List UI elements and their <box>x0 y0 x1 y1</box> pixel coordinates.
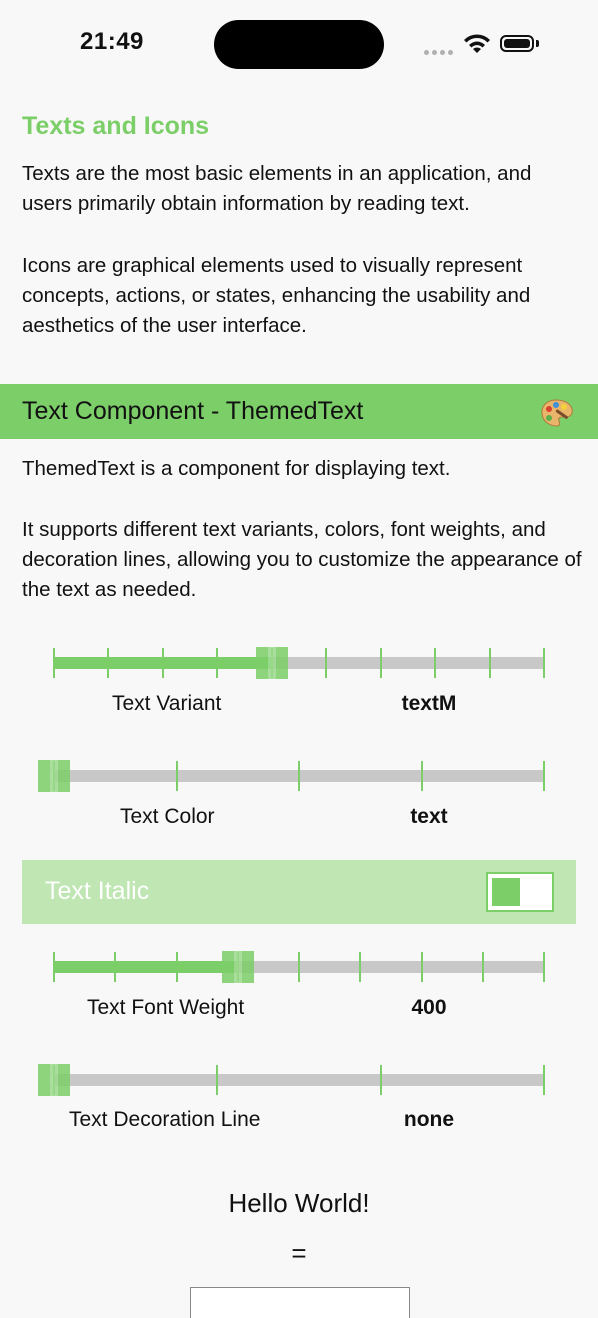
slider-tick <box>107 648 110 678</box>
slider-tick <box>53 648 55 678</box>
slider-tick <box>216 1065 219 1095</box>
output-box <box>190 1287 410 1318</box>
slider-thumb[interactable] <box>38 1064 70 1096</box>
text-italic-toggle[interactable] <box>486 872 554 912</box>
text-decoration-value: none <box>403 1108 455 1131</box>
slider-tick <box>420 952 423 982</box>
dynamic-island <box>214 20 384 69</box>
intro-paragraph-texts: Texts are the most basic elements in an … <box>22 162 532 215</box>
slider-tick <box>379 648 382 678</box>
toggle-knob <box>492 878 520 906</box>
slider-tick <box>543 648 545 678</box>
slider-tick <box>216 648 219 678</box>
slider-tick <box>175 761 178 791</box>
slider-tick <box>543 761 545 791</box>
text-font-weight-value: 400 <box>411 996 447 1019</box>
text-color-slider[interactable] <box>38 760 545 792</box>
battery-icon <box>500 35 534 52</box>
slider-tick <box>359 952 362 982</box>
slider-tick <box>481 952 484 982</box>
text-italic-label: Text Italic <box>45 877 150 905</box>
slider-tick <box>114 952 117 982</box>
component-description: ThemedText is a component for displaying… <box>22 457 451 480</box>
slider-tick <box>420 761 423 791</box>
text-variant-label: Text Variant <box>112 692 222 715</box>
component-details: It supports different text variants, col… <box>22 518 582 601</box>
equals-sign: = <box>291 1238 307 1268</box>
text-variant-slider[interactable] <box>53 647 545 679</box>
signal-icon <box>424 42 456 55</box>
palette-icon[interactable] <box>540 398 574 433</box>
slider-tick <box>298 952 300 982</box>
slider-tick <box>325 648 328 678</box>
slider-tick <box>161 648 164 678</box>
text-font-weight-label: Text Font Weight <box>87 996 245 1019</box>
section-title: Texts and Icons <box>22 112 210 140</box>
slider-thumb[interactable] <box>221 951 254 983</box>
preview-text: Hello World! <box>228 1188 370 1218</box>
wifi-icon <box>462 33 492 60</box>
slider-tick <box>434 648 437 678</box>
slider-thumb[interactable] <box>255 647 288 679</box>
slider-tick <box>298 761 300 791</box>
slider-track[interactable] <box>54 1074 544 1086</box>
status-time: 21:49 <box>80 28 144 55</box>
text-decoration-slider[interactable] <box>38 1064 545 1096</box>
battery-nub <box>536 40 539 47</box>
text-decoration-label: Text Decoration Line <box>69 1108 261 1131</box>
intro-paragraph-icons: Icons are graphical elements used to vis… <box>22 254 531 337</box>
text-color-label: Text Color <box>120 805 215 828</box>
slider-tick <box>543 952 545 982</box>
slider-tick <box>488 648 491 678</box>
slider-thumb[interactable] <box>38 760 70 792</box>
slider-fill <box>54 961 238 973</box>
slider-tick <box>379 1065 382 1095</box>
component-title: Text Component - ThemedText <box>22 397 364 425</box>
text-variant-value: textM <box>401 692 457 715</box>
text-font-weight-slider[interactable] <box>53 951 545 983</box>
text-color-value: text <box>410 805 448 828</box>
slider-tick <box>543 1065 545 1095</box>
slider-tick <box>175 952 178 982</box>
slider-tick <box>53 952 55 982</box>
